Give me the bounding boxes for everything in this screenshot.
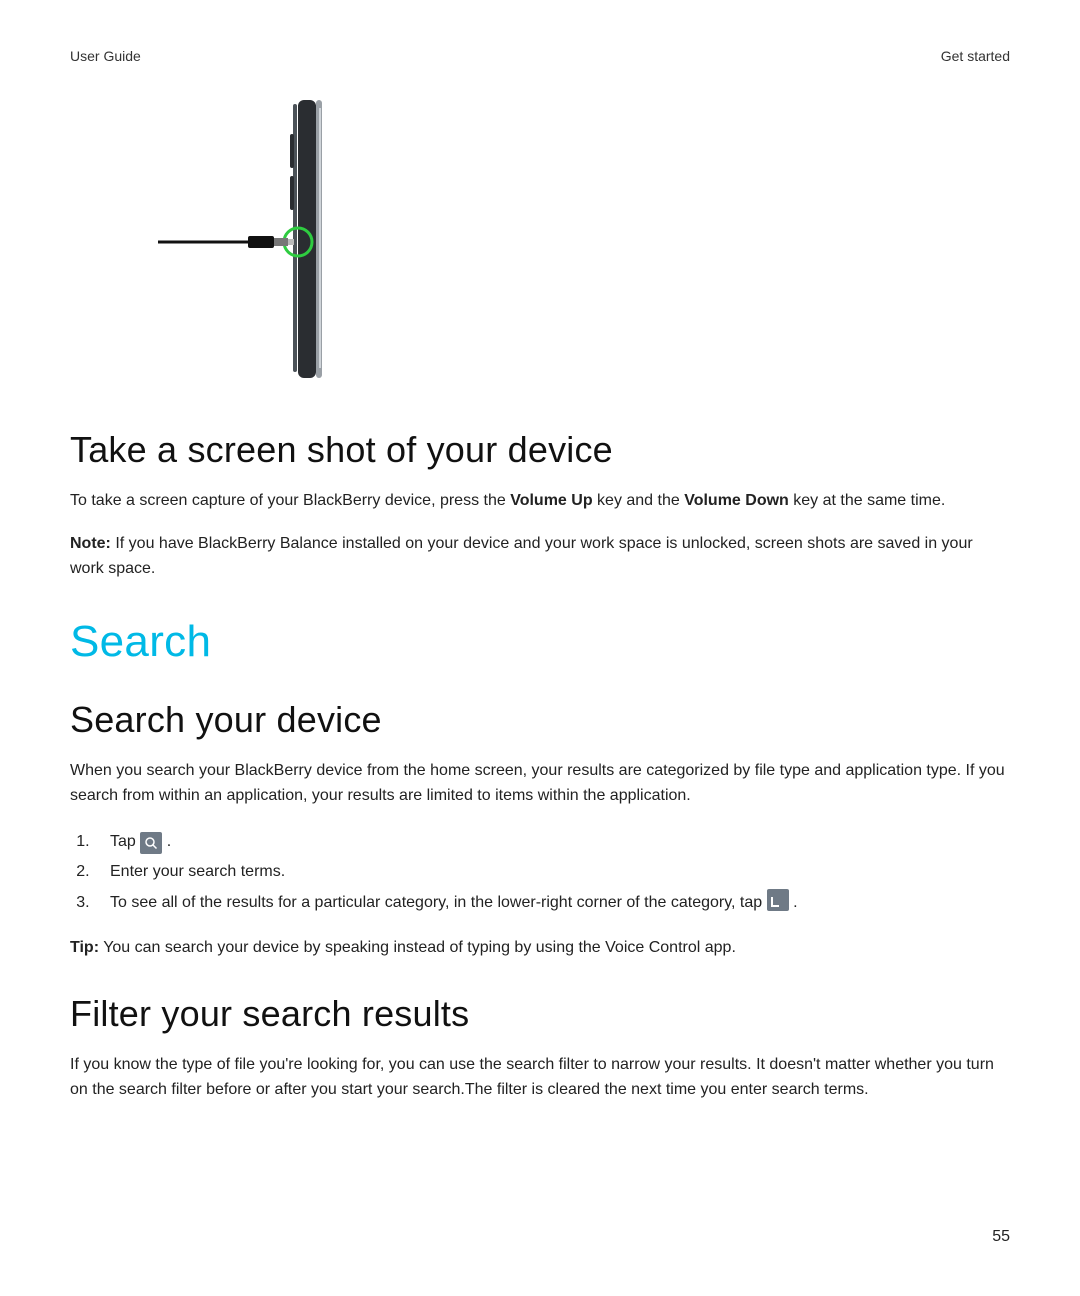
note-label: Note: — [70, 535, 111, 552]
filter-body: If you know the type of file you're look… — [70, 1053, 1010, 1103]
heading-search: Search — [70, 617, 1010, 667]
step-1: Tap . — [94, 827, 1010, 857]
step-2: Enter your search terms. — [94, 857, 1010, 887]
tip-label: Tip: — [70, 939, 99, 956]
search-steps: Tap . Enter your search terms. To see al… — [70, 827, 1010, 918]
heading-filter-results: Filter your search results — [70, 993, 1010, 1035]
page-number: 55 — [992, 1228, 1010, 1246]
search-intro: When you search your BlackBerry device f… — [70, 759, 1010, 809]
volume-up-key: Volume Up — [510, 492, 592, 509]
header-right: Get started — [941, 48, 1010, 64]
screenshot-instruction: To take a screen capture of your BlackBe… — [70, 489, 1010, 514]
expand-category-icon — [767, 889, 789, 911]
header-left: User Guide — [70, 48, 141, 64]
screenshot-note: Note: If you have BlackBerry Balance ins… — [70, 532, 1010, 582]
page-header: User Guide Get started — [70, 48, 1010, 64]
search-tip: Tip: You can search your device by speak… — [70, 936, 1010, 961]
heading-screenshot: Take a screen shot of your device — [70, 429, 1010, 471]
step-3: To see all of the results for a particul… — [94, 888, 1010, 918]
volume-down-key: Volume Down — [684, 492, 789, 509]
device-side-illustration — [130, 94, 1010, 389]
heading-search-device: Search your device — [70, 699, 1010, 741]
search-icon — [140, 832, 162, 854]
document-page: User Guide Get started Take a screen sho… — [0, 0, 1080, 1296]
